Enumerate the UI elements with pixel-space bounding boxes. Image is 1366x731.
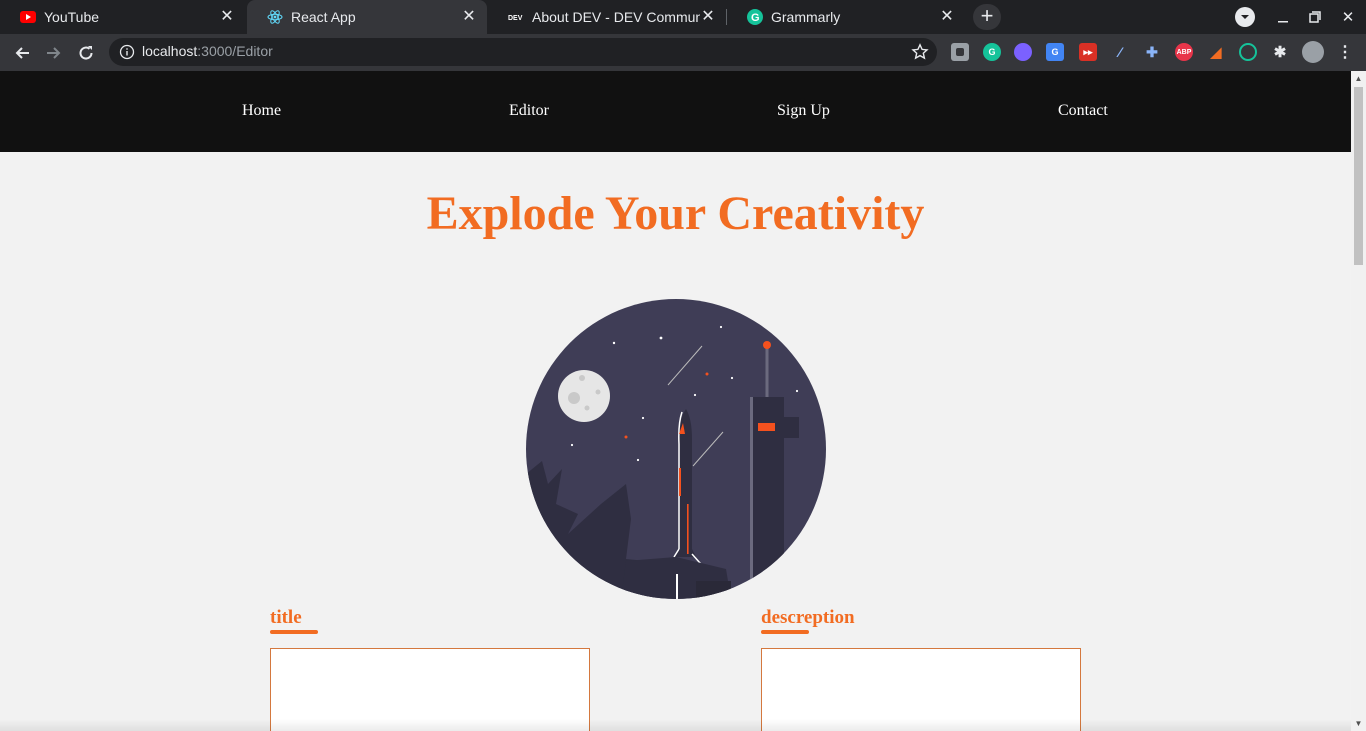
scrollbar-thumb[interactable] [1354, 87, 1363, 265]
page-title: Explode Your Creativity [426, 187, 925, 240]
browser-menu-icon[interactable]: ⋮ [1336, 43, 1354, 61]
new-tab-button[interactable]: + [973, 4, 1001, 30]
profile-avatar[interactable] [1302, 41, 1324, 63]
tab-react-app[interactable]: React App ✕ [247, 0, 487, 34]
url-path: :3000/Editor [197, 43, 273, 59]
url-text: localhost:3000/Editor [142, 43, 273, 59]
extension-icon[interactable]: ✚ [1143, 43, 1161, 61]
tab-grammarly[interactable]: G Grammarly ✕ [727, 0, 965, 34]
close-tab-icon[interactable]: ✕ [219, 9, 235, 25]
nav-link-editor[interactable]: Editor [509, 102, 549, 120]
svg-text:G: G [751, 12, 760, 24]
fold-shadow [0, 719, 1351, 731]
title-label: title [270, 607, 302, 628]
tab-dev-community[interactable]: DEV About DEV - DEV Community ✕ [488, 0, 726, 34]
scroll-up-icon[interactable]: ▲ [1354, 74, 1363, 83]
forward-icon[interactable] [40, 39, 68, 67]
address-bar[interactable]: localhost:3000/Editor [109, 38, 937, 66]
page-scrollbar[interactable]: ▲ ▼ [1351, 71, 1366, 731]
svg-text:DEV: DEV [508, 15, 523, 22]
grammarly-extension-icon[interactable]: G [983, 43, 1001, 61]
tab-search-icon[interactable] [1229, 0, 1261, 34]
back-icon[interactable] [8, 39, 36, 67]
translate-extension-icon[interactable]: G [1046, 43, 1064, 61]
minimize-icon[interactable] [1267, 0, 1299, 34]
tab-title: Grammarly [771, 9, 841, 25]
scroll-down-icon[interactable]: ▼ [1354, 719, 1363, 728]
grammarly-icon: G [747, 9, 763, 25]
tab-title: YouTube [44, 9, 100, 25]
nav-link-sign-up[interactable]: Sign Up [777, 102, 830, 120]
restore-icon[interactable] [1299, 0, 1331, 34]
url-host: localhost [142, 43, 198, 59]
title-underline [270, 630, 318, 634]
extension-icon[interactable]: ◢ [1207, 43, 1225, 61]
nav-link-contact[interactable]: Contact [1058, 102, 1108, 120]
color-picker-extension-icon[interactable]: ⁄ [1111, 43, 1129, 61]
extension-icon[interactable]: ▸▸ [1079, 43, 1097, 61]
extension-icon[interactable] [1014, 43, 1032, 61]
close-tab-icon[interactable]: ✕ [700, 9, 716, 25]
adblock-extension-icon[interactable]: ABP [1175, 43, 1193, 61]
description-underline [761, 630, 809, 634]
extensions-puzzle-icon[interactable]: ✱ [1271, 43, 1289, 61]
page-viewport: Home Editor Sign Up Contact Explode Your… [0, 71, 1351, 731]
close-tab-icon[interactable]: ✕ [939, 9, 955, 25]
site-navbar: Home Editor Sign Up Contact [0, 71, 1351, 152]
tab-youtube[interactable]: YouTube ✕ [0, 0, 245, 34]
browser-toolbar: localhost:3000/Editor G G ▸▸ ⁄ ✚ ABP ◢ ✱… [0, 34, 1366, 71]
dev-icon: DEV [508, 9, 524, 25]
tab-title: About DEV - DEV Community [532, 9, 700, 25]
tab-title: React App [291, 9, 356, 25]
reload-icon[interactable] [72, 39, 100, 67]
nav-link-home[interactable]: Home [242, 102, 281, 120]
browser-tab-strip: YouTube ✕ React App ✕ DEV About DEV - DE… [0, 0, 1366, 34]
bookmark-star-icon[interactable] [911, 43, 929, 61]
close-window-icon[interactable]: ✕ [1332, 0, 1364, 34]
site-info-icon[interactable] [119, 44, 135, 60]
youtube-icon [20, 9, 36, 25]
close-tab-icon[interactable]: ✕ [461, 9, 477, 25]
rocket-launch-illustration [526, 299, 826, 599]
description-label: descreption [761, 607, 855, 628]
extension-icon[interactable] [951, 43, 969, 61]
react-icon [267, 9, 283, 25]
extension-icon[interactable] [1239, 43, 1257, 61]
